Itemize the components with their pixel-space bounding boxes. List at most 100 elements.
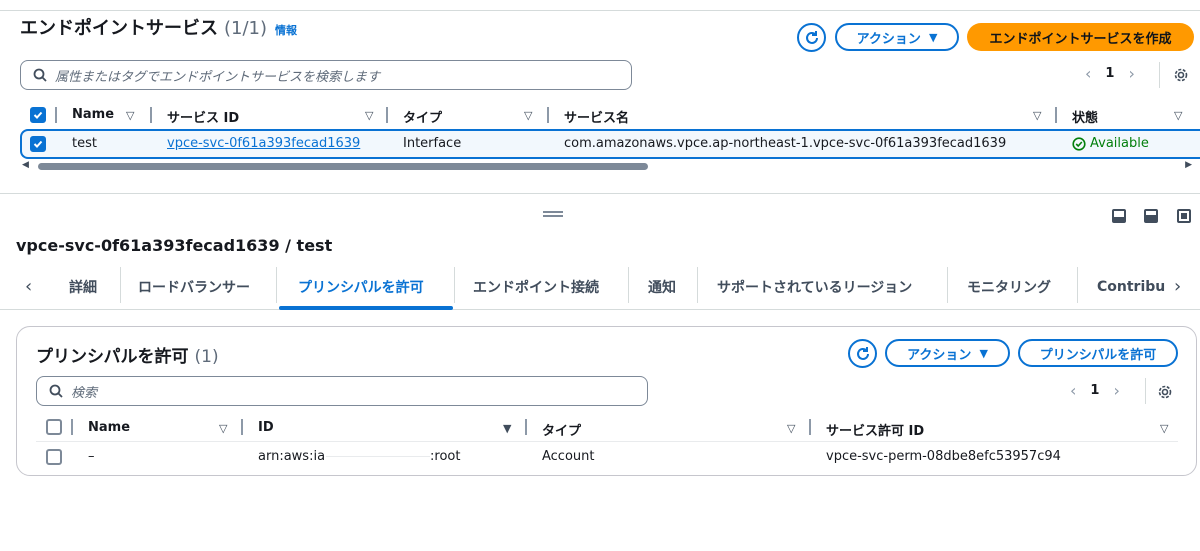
pager-divider — [1145, 378, 1146, 404]
row-checkbox[interactable] — [30, 136, 46, 152]
page-title: エンドポイントサービス — [20, 18, 218, 39]
sort-icon[interactable]: ▽ — [1174, 109, 1182, 122]
status-badge: Available — [1072, 136, 1149, 151]
column-header-status[interactable]: 状態 — [1072, 107, 1098, 126]
select-all-checkbox[interactable] — [30, 107, 46, 123]
chevron-left-icon[interactable]: ‹ — [25, 276, 32, 297]
row-id-prefix: arn:aws:ia — [258, 449, 326, 464]
tab-supported-regions[interactable]: サポートされているリージョン — [717, 264, 912, 310]
column-divider — [525, 419, 527, 435]
row-service-id-link[interactable]: vpce-svc-0f61a393fecad1639 — [167, 136, 360, 151]
tab-divider — [628, 267, 629, 303]
column-divider — [547, 107, 549, 123]
column-divider — [55, 107, 57, 123]
column-header-type[interactable]: タイプ — [403, 107, 442, 126]
column-header-name[interactable]: Name — [88, 420, 130, 435]
chevron-right-icon[interactable]: › — [1128, 64, 1134, 83]
detail-title: vpce-svc-0f61a393fecad1639 / test — [16, 236, 333, 255]
tab-endpoint-connections[interactable]: エンドポイント接続 — [473, 264, 599, 310]
principals-actions-button[interactable]: アクション ▼ — [885, 339, 1010, 367]
sort-icon[interactable]: ▽ — [365, 109, 373, 122]
check-icon — [33, 140, 43, 148]
column-header-id[interactable]: ID — [258, 420, 274, 435]
select-all-checkbox[interactable] — [46, 419, 62, 435]
layout-split-icon[interactable] — [1144, 209, 1158, 223]
tab-load-balancers[interactable]: ロードバランサー — [138, 264, 250, 310]
pagination: ‹ 1 › — [1085, 64, 1135, 83]
tab-notifications[interactable]: 通知 — [648, 264, 676, 310]
principals-count: (1) — [194, 347, 219, 367]
actions-dropdown-button[interactable]: アクション ▼ — [835, 23, 959, 51]
gear-icon[interactable] — [1157, 384, 1173, 400]
sort-icon[interactable]: ▽ — [1160, 422, 1168, 435]
column-header-service-name[interactable]: サービス名 — [564, 107, 629, 126]
actions-label: アクション — [907, 347, 972, 363]
principals-search[interactable]: 検索 — [36, 376, 648, 406]
search-placeholder: 検索 — [71, 385, 98, 401]
row-type: Account — [542, 449, 595, 464]
tab-divider — [947, 267, 948, 303]
layout-bottom-icon[interactable] — [1112, 209, 1126, 223]
sort-icon[interactable]: ▽ — [787, 422, 795, 435]
search-placeholder: 属性またはタグでエンドポイントサービスを検索します — [55, 69, 381, 85]
sort-icon[interactable]: ▽ — [524, 109, 532, 122]
refresh-icon — [856, 346, 869, 360]
create-endpoint-service-button[interactable]: エンドポイントサービスを作成 — [967, 23, 1194, 51]
sort-desc-icon[interactable]: ▼ — [503, 422, 511, 435]
tab-monitoring[interactable]: モニタリング — [967, 264, 1051, 310]
sort-icon[interactable]: ▽ — [1033, 109, 1041, 122]
info-link[interactable]: 情報 — [275, 22, 297, 38]
column-header-type[interactable]: タイプ — [542, 420, 581, 439]
row-name: – — [88, 449, 95, 464]
sort-icon[interactable]: ▽ — [126, 109, 134, 122]
column-divider — [241, 419, 243, 435]
sort-icon[interactable]: ▽ — [219, 422, 227, 435]
chevron-left-icon[interactable]: ‹ — [1070, 381, 1076, 400]
scroll-left-icon[interactable]: ◀ — [22, 160, 29, 170]
search-icon — [49, 384, 63, 398]
column-header-service-id[interactable]: サービス ID — [167, 107, 239, 126]
endpoint-services-search[interactable]: 属性またはタグでエンドポイントサービスを検索します — [20, 60, 632, 90]
card-header: プリンシパルを許可 (1) — [36, 342, 219, 367]
refresh-button[interactable] — [797, 23, 826, 52]
row-permission-id: vpce-svc-perm-08dbe8efc53957c94 — [826, 449, 1061, 464]
tab-divider — [1077, 267, 1078, 303]
row-service-name: com.amazonaws.vpce.ap-northeast-1.vpce-s… — [564, 136, 1007, 151]
card-title: プリンシパルを許可 — [36, 347, 189, 367]
tab-allow-principals[interactable]: プリンシパルを許可 — [298, 264, 424, 310]
row-checkbox[interactable] — [46, 449, 62, 465]
scroll-right-icon[interactable]: ▶ — [1185, 160, 1192, 170]
tab-divider — [454, 267, 455, 303]
column-divider — [150, 107, 152, 123]
redacted-area — [326, 448, 430, 466]
page-number[interactable]: 1 — [1105, 66, 1114, 81]
row-id-suffix: :root — [430, 449, 461, 464]
chevron-left-icon[interactable]: ‹ — [1085, 64, 1091, 83]
row-type: Interface — [403, 136, 462, 151]
actions-label: アクション — [856, 31, 921, 47]
column-header-permission-id[interactable]: サービス許可 ID — [826, 420, 924, 439]
caret-down-icon: ▼ — [979, 346, 988, 360]
endpoint-services-header: エンドポイントサービス (1/1) 情報 — [20, 14, 297, 40]
caret-down-icon: ▼ — [928, 30, 938, 44]
tab-divider — [120, 267, 121, 303]
column-header-name[interactable]: Name — [72, 107, 114, 122]
active-tab-indicator — [279, 306, 453, 310]
scrollbar-thumb[interactable] — [38, 163, 648, 170]
chevron-right-icon[interactable]: › — [1113, 381, 1119, 400]
tab-details[interactable]: 詳細 — [69, 264, 97, 310]
chevron-right-icon[interactable]: › — [1174, 276, 1181, 297]
refresh-button[interactable] — [848, 339, 877, 368]
allow-principals-button[interactable]: プリンシパルを許可 — [1018, 339, 1178, 367]
column-divider — [386, 107, 388, 123]
panel-resize-handle[interactable] — [543, 211, 563, 217]
layout-full-icon[interactable] — [1177, 209, 1191, 223]
page-number[interactable]: 1 — [1090, 383, 1099, 398]
tab-contributor-insights[interactable]: Contribut — [1097, 264, 1165, 310]
check-circle-icon — [1072, 136, 1086, 151]
pager-divider — [1159, 62, 1160, 88]
row-divider — [36, 441, 1178, 442]
row-name: test — [72, 136, 97, 151]
tab-divider — [276, 267, 277, 303]
gear-icon[interactable] — [1173, 67, 1189, 83]
